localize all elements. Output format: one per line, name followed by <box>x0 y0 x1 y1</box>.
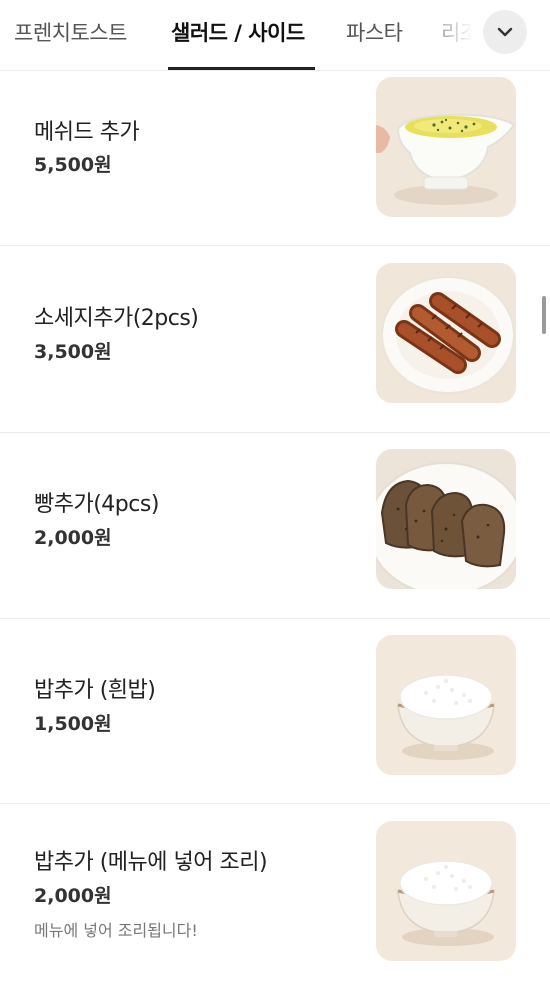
menu-item-image <box>376 821 516 961</box>
menu-item-image <box>376 77 516 217</box>
menu-item-price: 2,000원 <box>34 885 112 907</box>
menu-item-description: 메뉴에 넣어 조리됩니다! <box>34 921 198 940</box>
menu-item-sausage[interactable]: 소세지추가(2pcs) 3,500원 <box>0 246 550 433</box>
menu-item-rice-cooked[interactable]: 밥추가 (메뉴에 넣어 조리) 2,000원 메뉴에 넣어 조리됩니다! <box>0 804 550 985</box>
menu-item-price: 1,500원 <box>34 713 112 735</box>
menu-item-name: 소세지추가(2pcs) <box>34 306 199 331</box>
menu-item-bread[interactable]: 빵추가(4pcs) 2,000원 <box>0 432 550 619</box>
menu-item-mashed[interactable]: 메쉬드 추가 5,500원 <box>0 70 550 246</box>
menu-item-image <box>376 449 516 589</box>
menu-item-name: 밥추가 (메뉴에 넣어 조리) <box>34 850 268 875</box>
menu-item-price: 3,500원 <box>34 341 112 363</box>
menu-item-name: 메쉬드 추가 <box>34 120 140 145</box>
tab-fade-overlay <box>410 0 550 69</box>
menu-item-rice-plain[interactable]: 밥추가 (흰밥) 1,500원 <box>0 618 550 804</box>
chevron-down-icon <box>497 27 513 37</box>
tab-french-toast[interactable]: 프렌치토스트 <box>14 17 127 47</box>
category-tab-bar: 프렌치토스트 샐러드 / 사이드 파스타 리조 <box>0 0 550 71</box>
tab-pasta[interactable]: 파스타 <box>346 17 403 47</box>
menu-item-price: 5,500원 <box>34 154 112 176</box>
menu-item-name: 밥추가 (흰밥) <box>34 678 156 703</box>
scrollbar-thumb[interactable] <box>542 296 546 334</box>
more-categories-button[interactable] <box>483 10 527 54</box>
menu-item-image <box>376 263 516 403</box>
menu-item-name: 빵추가(4pcs) <box>34 492 159 517</box>
menu-item-price: 2,000원 <box>34 527 112 549</box>
menu-item-image <box>376 635 516 775</box>
tab-salad-side[interactable]: 샐러드 / 사이드 <box>171 17 305 47</box>
